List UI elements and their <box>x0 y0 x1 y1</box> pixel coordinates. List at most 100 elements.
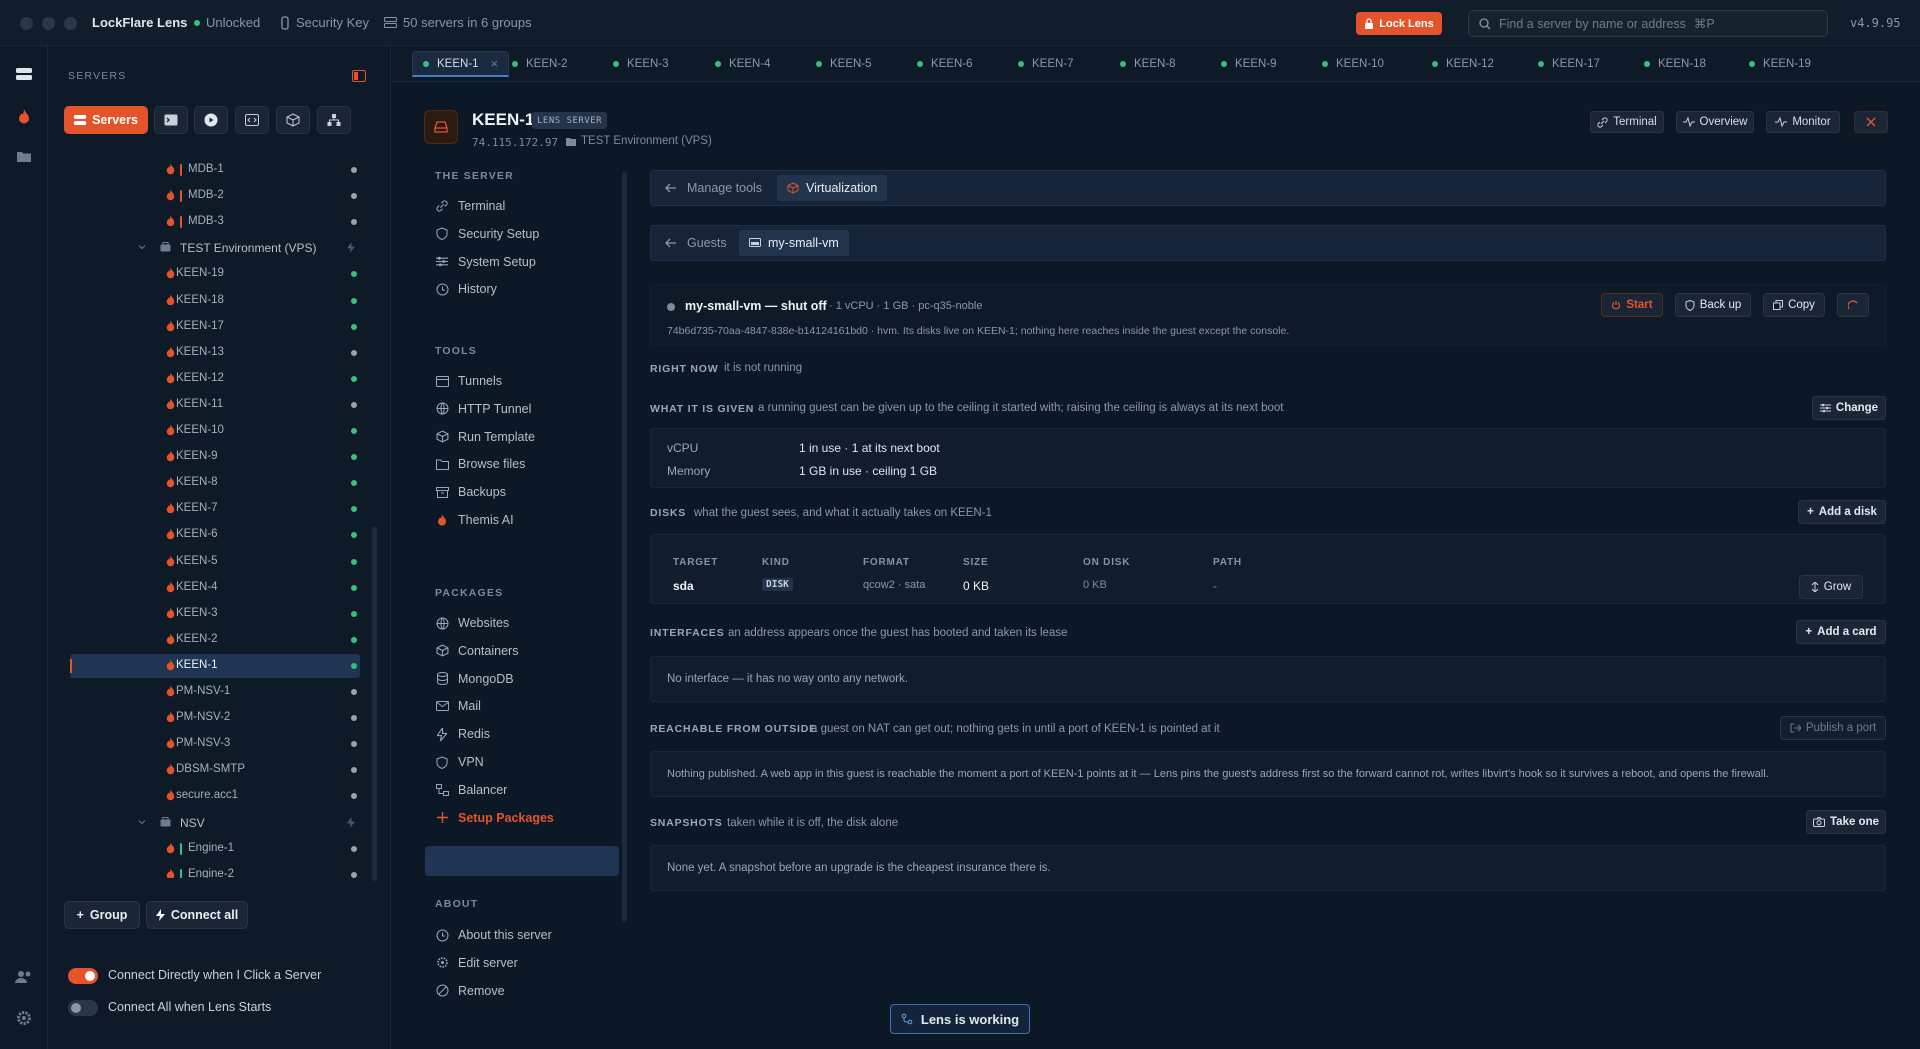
server-tab[interactable]: KEEN-2 <box>512 51 568 77</box>
server-tab[interactable]: KEEN-12 <box>1432 51 1494 77</box>
tree-server-row[interactable]: KEEN-8 <box>70 471 360 495</box>
tree-server-row[interactable]: KEEN-7 <box>70 497 360 521</box>
add-card-button[interactable]: + Add a card <box>1796 620 1886 644</box>
backup-vm-button[interactable]: Back up <box>1675 293 1751 317</box>
add-disk-button[interactable]: + Add a disk <box>1798 500 1886 524</box>
nav-item-about-this-server[interactable]: About this server <box>435 921 625 949</box>
tree-server-row[interactable]: KEEN-3 <box>70 602 360 626</box>
tree-server-row[interactable]: Engine-1 <box>70 837 360 861</box>
code-quick-button[interactable] <box>235 106 269 134</box>
servers-button[interactable]: Servers <box>64 106 148 134</box>
chevron-down-icon[interactable] <box>137 242 147 252</box>
tree-server-row[interactable]: secure.acc1 <box>70 784 360 808</box>
nav-item-system-setup[interactable]: System Setup <box>435 248 625 276</box>
tree-group[interactable]: TEST Environment (VPS) <box>70 236 360 260</box>
server-tab[interactable]: KEEN-4 <box>715 51 771 77</box>
connect-group-icon[interactable] <box>347 816 355 828</box>
connect-on-start-toggle[interactable] <box>68 1000 98 1016</box>
nav-item-browse-files[interactable]: Browse files <box>435 450 625 478</box>
window-minimize-dot[interactable] <box>42 17 55 30</box>
guests-link[interactable]: Guests <box>687 236 727 250</box>
collapse-sidebar-icon[interactable] <box>352 70 366 82</box>
package-quick-button[interactable] <box>276 106 310 134</box>
nav-item-security-setup[interactable]: Security Setup <box>435 220 625 248</box>
manage-tools-link[interactable]: Manage tools <box>687 181 762 195</box>
copy-vm-button[interactable]: Copy <box>1763 293 1825 317</box>
nav-item-balancer[interactable]: Balancer <box>435 776 625 804</box>
terminal-quick-button[interactable] <box>154 106 188 134</box>
tree-server-row[interactable]: KEEN-6 <box>70 523 360 547</box>
nav-item-vpn[interactable]: VPN <box>435 748 625 776</box>
nav-item-terminal[interactable]: Terminal <box>435 192 625 220</box>
tree-server-row[interactable]: KEEN-5 <box>70 550 360 574</box>
tree-server-row[interactable]: KEEN-12 <box>70 367 360 391</box>
connect-group-icon[interactable] <box>347 242 355 254</box>
servers-rail-icon[interactable] <box>12 62 36 86</box>
connect-all-button[interactable]: Connect all <box>146 901 248 929</box>
flame-rail-icon[interactable] <box>12 104 36 128</box>
server-tab[interactable]: KEEN-1 × <box>412 51 510 77</box>
tree-server-row[interactable]: MDB-2 <box>70 184 360 208</box>
tree-server-row[interactable]: KEEN-10 <box>70 419 360 443</box>
tree-server-row[interactable]: DBSM-SMTP <box>70 758 360 782</box>
nav-item-remove[interactable]: Remove <box>435 977 625 1005</box>
settings-rail-icon[interactable] <box>12 1006 36 1030</box>
tree-server-row[interactable]: KEEN-9 <box>70 445 360 469</box>
virtualization-crumb[interactable]: Virtualization <box>777 175 888 201</box>
close-server-button[interactable] <box>1854 111 1888 133</box>
tree-scrollbar[interactable] <box>372 526 377 881</box>
server-tab[interactable]: KEEN-19 <box>1749 51 1811 77</box>
tree-server-row[interactable]: KEEN-11 <box>70 393 360 417</box>
nav-item-backups[interactable]: Backups <box>435 478 625 506</box>
back-arrow-icon[interactable] <box>665 237 677 249</box>
tree-server-row[interactable]: PM-NSV-2 <box>70 706 360 730</box>
tree-server-row[interactable]: KEEN-18 <box>70 289 360 313</box>
run-quick-button[interactable] <box>194 106 228 134</box>
grow-disk-button[interactable]: Grow <box>1799 575 1863 599</box>
server-tab[interactable]: KEEN-7 <box>1018 51 1074 77</box>
tree-server-row[interactable]: Engine-2 <box>70 863 360 878</box>
nav-item-edit-server[interactable]: Edit server <box>435 949 625 977</box>
tree-server-row[interactable]: KEEN-4 <box>70 576 360 600</box>
server-tab[interactable]: KEEN-5 <box>816 51 872 77</box>
back-arrow-icon[interactable] <box>665 182 677 194</box>
start-vm-button[interactable]: Start <box>1601 293 1663 317</box>
server-tab[interactable]: KEEN-3 <box>613 51 669 77</box>
vm-crumb[interactable]: my-small-vm <box>739 230 849 256</box>
overview-button[interactable]: Overview <box>1676 111 1754 133</box>
monitor-button[interactable]: Monitor <box>1766 111 1840 133</box>
tree-server-row[interactable]: KEEN-17 <box>70 315 360 339</box>
nav-item-containers[interactable]: Containers <box>435 637 625 665</box>
publish-port-button[interactable]: Publish a port <box>1780 716 1886 740</box>
tree-server-row[interactable]: PM-NSV-1 <box>70 680 360 704</box>
nav-item-mongodb[interactable]: MongoDB <box>435 665 625 693</box>
nav-item-http-tunnel[interactable]: HTTP Tunnel <box>435 395 625 423</box>
nav-item-redis[interactable]: Redis <box>435 720 625 748</box>
tab-close-icon[interactable]: × <box>491 56 499 71</box>
server-tab[interactable]: KEEN-8 <box>1120 51 1176 77</box>
server-tab[interactable]: KEEN-6 <box>917 51 973 77</box>
network-quick-button[interactable] <box>317 106 351 134</box>
take-snapshot-button[interactable]: Take one <box>1806 810 1886 834</box>
tree-server-row[interactable]: KEEN-2 <box>70 628 360 652</box>
server-tab[interactable]: KEEN-10 <box>1322 51 1384 77</box>
search-input[interactable]: Find a server by name or address ⌘P <box>1468 10 1828 37</box>
tree-group[interactable]: NSV <box>70 811 360 835</box>
add-group-button[interactable]: + Group <box>64 901 140 929</box>
terminal-button[interactable]: Terminal <box>1590 111 1664 133</box>
nav-item-run-template[interactable]: Run Template <box>435 423 625 451</box>
tree-server-row[interactable]: PM-NSV-3 <box>70 732 360 756</box>
tree-server-row[interactable]: KEEN-19 <box>70 262 360 286</box>
server-tab[interactable]: KEEN-17 <box>1538 51 1600 77</box>
security-key[interactable]: Security Key <box>280 15 369 30</box>
nav-item-history[interactable]: History <box>435 275 625 303</box>
tree-server-row[interactable]: KEEN-1 <box>70 653 360 678</box>
delete-vm-button[interactable] <box>1837 293 1869 317</box>
tree-server-row[interactable]: MDB-1 <box>70 158 360 182</box>
folder-rail-icon[interactable] <box>12 144 36 168</box>
nav-item-tunnels[interactable]: Tunnels <box>435 367 625 395</box>
nav-item-setup-packages[interactable]: Setup Packages <box>435 804 625 832</box>
chevron-down-icon[interactable] <box>137 817 147 827</box>
server-tab[interactable]: KEEN-9 <box>1221 51 1277 77</box>
tree-server-row[interactable]: MDB-3 <box>70 210 360 234</box>
